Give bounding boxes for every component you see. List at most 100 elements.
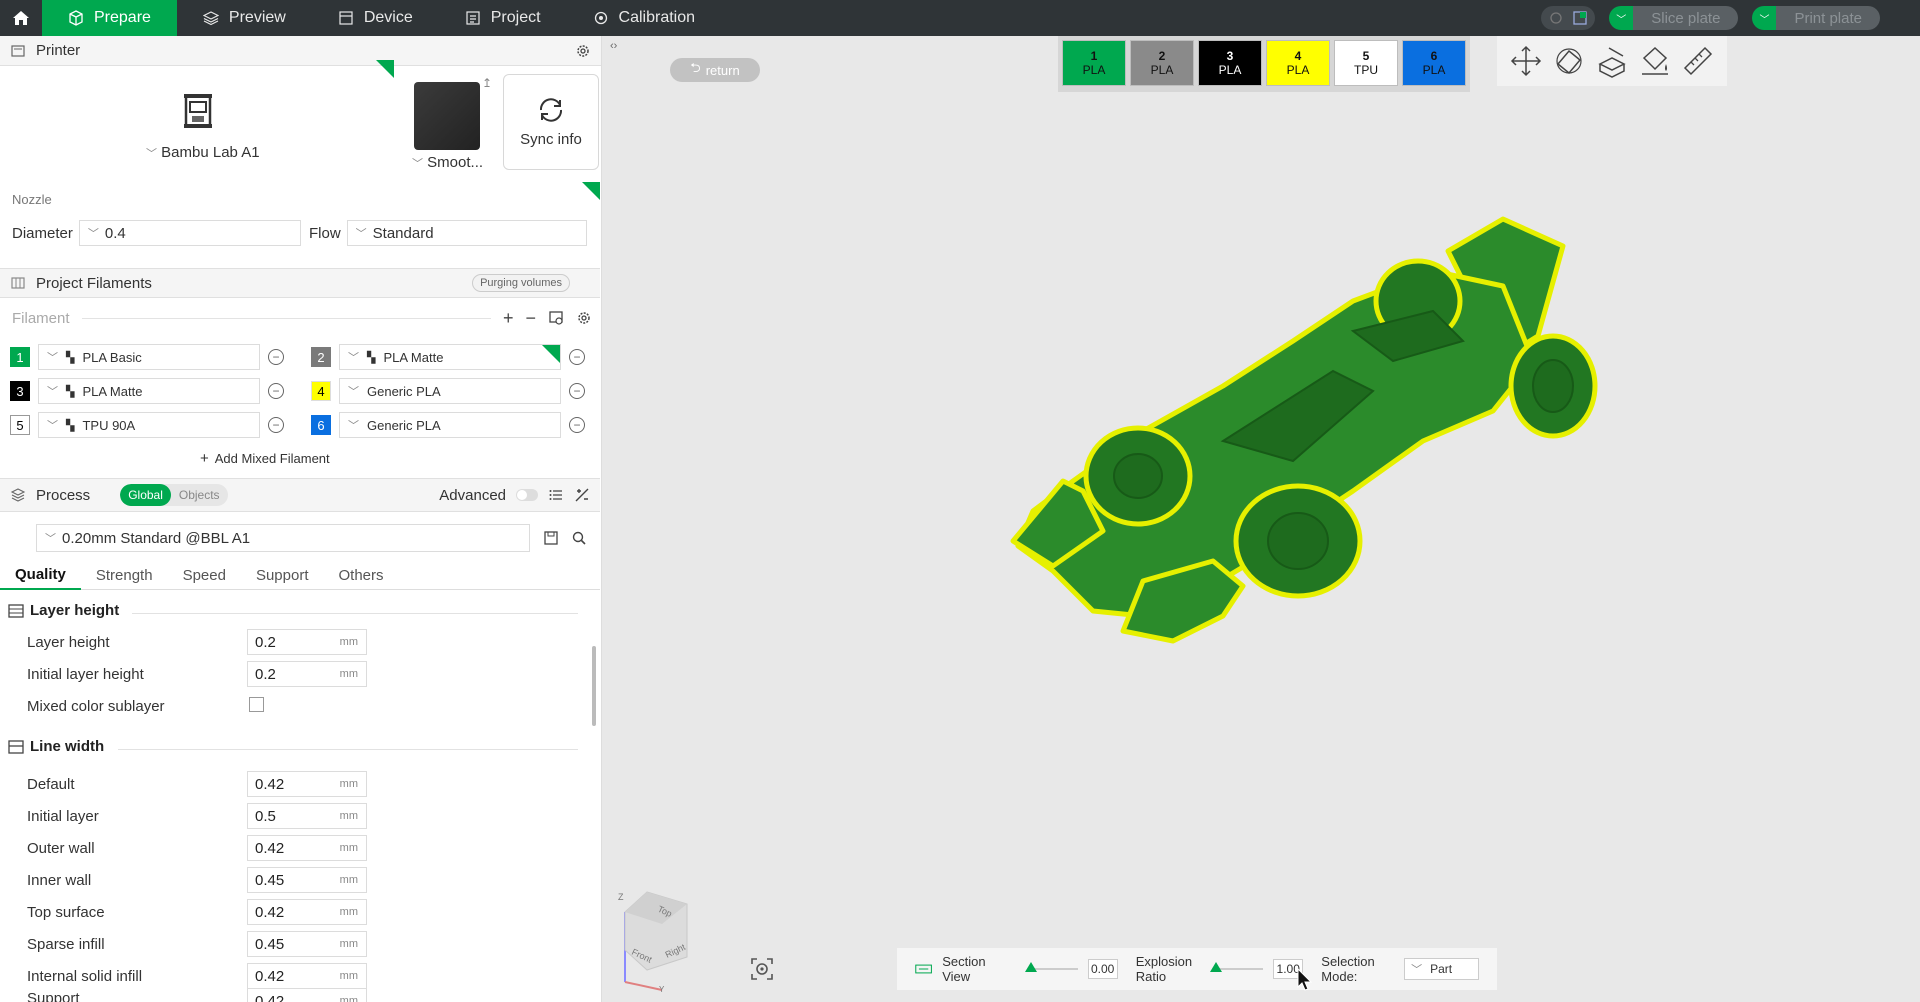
printer-thumbnail[interactable] [176,88,220,136]
mixed-color-sublayer-checkbox[interactable] [249,697,264,712]
slice-dropdown-button[interactable]: ﹀ [1609,6,1634,30]
print-plate-button[interactable]: Print plate [1776,6,1880,30]
remove-filament-icon[interactable]: − [569,349,585,365]
paint-bucket-icon[interactable] [1638,44,1672,78]
tab-preview[interactable]: Preview [177,0,312,36]
print-dropdown-button[interactable]: ﹀ [1752,6,1777,30]
add-icon[interactable]: + [503,308,514,329]
selection-mode-dropdown[interactable]: ﹀ Part [1404,958,1480,980]
gear-icon[interactable] [575,43,591,59]
global-toggle[interactable]: Global [120,484,171,506]
filament-selector-6[interactable]: ﹀ Generic PLA [339,412,561,438]
swatch-2[interactable]: 2 PLA [1130,40,1194,86]
filament-number-4[interactable]: 4 [311,381,331,401]
reset-view-icon[interactable] [749,956,775,982]
filament-sync-icon[interactable] [548,310,564,326]
measure-ruler-icon[interactable] [1681,44,1715,78]
gear-icon[interactable] [576,310,592,326]
global-objects-toggle[interactable]: Global Objects [120,484,228,506]
remove-filament-icon[interactable]: − [268,417,284,433]
explosion-ratio-slider[interactable] [1210,962,1264,972]
camera-icon[interactable] [1549,11,1563,25]
param-support-input[interactable]: 0.42 mm [247,988,367,1002]
remove-filament-icon[interactable]: − [569,417,585,433]
tab-device[interactable]: Device [312,0,439,36]
filament-selector-3[interactable]: ﹀ ▚ PLA Matte [38,378,260,404]
swatch-4[interactable]: 4 PLA [1266,40,1330,86]
tab-prepare[interactable]: Prepare [42,0,177,36]
flow-dropdown[interactable]: ﹀ Standard [346,220,587,246]
printer-selector[interactable]: ﹀ Bambu Lab A1 [146,144,260,161]
tab-project[interactable]: Project [439,0,567,36]
section-view-slider[interactable] [1024,962,1078,972]
remove-icon[interactable]: − [525,308,536,329]
remove-filament-icon[interactable]: − [569,383,585,399]
plate-type-thumbnail[interactable] [414,82,480,150]
view-cube[interactable]: Top Front Right Z Y [617,882,707,992]
list-icon[interactable] [548,487,564,503]
save-preset-icon[interactable] [543,530,559,546]
tab-support[interactable]: Support [241,560,324,590]
filament-number-3[interactable]: 3 [10,381,30,401]
param-inner-wall-input[interactable]: 0.45 mm [247,867,367,893]
explosion-slider-knob[interactable] [1210,962,1223,972]
tab-calibration[interactable]: Calibration [567,0,721,36]
view-toggle-group[interactable] [1541,6,1596,30]
multi-device-icon[interactable] [1573,11,1587,25]
3d-viewport[interactable]: ‹› ⮌ return 1 PLA 2 PLA 3 PLA 4 PLA 5 TP… [603,36,1920,1002]
home-button[interactable] [0,0,42,36]
search-icon[interactable] [571,530,587,546]
slice-plate-button[interactable]: Slice plate [1633,6,1739,30]
compare-icon[interactable] [574,487,590,503]
swatch-4-type: PLA [1286,63,1310,77]
tab-speed[interactable]: Speed [168,560,241,590]
cut-plane-icon[interactable] [1595,44,1629,78]
objects-toggle[interactable]: Objects [171,484,228,506]
tab-strength[interactable]: Strength [81,560,168,590]
section-slider-knob[interactable] [1024,962,1037,972]
filament-number-6[interactable]: 6 [311,415,331,435]
param-initial-layer-input[interactable]: 0.5 mm [247,803,367,829]
swatch-3[interactable]: 3 PLA [1198,40,1262,86]
section-view-value[interactable]: 0.00 [1087,959,1118,979]
add-mixed-filament-button[interactable]: + Add Mixed Filament [200,450,330,467]
param-internal-solid-infill-input[interactable]: 0.42 mm [247,963,367,989]
sync-info-button[interactable]: Sync info [503,74,599,170]
process-preset-dropdown[interactable]: ﹀ 0.20mm Standard @BBL A1 [36,524,530,552]
settings-scrollbar[interactable] [592,646,596,726]
tab-quality[interactable]: Quality [0,560,81,590]
rotate-paint-icon[interactable] [1552,44,1586,78]
brand-icon: ▚ [66,419,75,432]
filament-number-2[interactable]: 2 [311,347,331,367]
tab-others[interactable]: Others [324,560,399,590]
filament-selector-4[interactable]: ﹀ Generic PLA [339,378,561,404]
swatch-1-num: 1 [1090,48,1098,63]
collapse-sidebar-icon[interactable]: ‹› [610,40,617,52]
param-outer-wall-input[interactable]: 0.42 mm [247,835,367,861]
f1-car-model[interactable] [993,211,1693,651]
param-default-input[interactable]: 0.42 mm [247,771,367,797]
param-sparse-infill-input[interactable]: 0.45 mm [247,931,367,957]
swatch-5[interactable]: 5 TPU [1334,40,1398,86]
param-layer-height-input[interactable]: 0.2 mm [247,629,367,655]
diameter-dropdown[interactable]: ﹀ 0.4 [78,220,301,246]
filament-number-1[interactable]: 1 [10,347,30,367]
process-tabs: Quality Strength Speed Support Others [0,560,600,590]
filament-number-5[interactable]: 5 [10,415,30,435]
param-top-surface-input[interactable]: 0.42 mm [247,899,367,925]
purging-volumes-button[interactable]: Purging volumes [472,274,570,292]
advanced-switch[interactable] [516,489,538,501]
param-initial-layer-height-input[interactable]: 0.2 mm [247,661,367,687]
remove-filament-icon[interactable]: − [268,349,284,365]
swatch-1[interactable]: 1 PLA [1062,40,1126,86]
filament-selector-1[interactable]: ﹀ ▚ PLA Basic [38,344,260,370]
plate-type-selector[interactable]: ﹀ Smoot... [412,154,483,171]
filament-selector-5[interactable]: ﹀ ▚ TPU 90A [38,412,260,438]
remove-filament-icon[interactable]: − [268,383,284,399]
filament-selector-2[interactable]: ﹀ ▚ PLA Matte [339,344,561,370]
filament-item-3: 3 ﹀ ▚ PLA Matte − [10,378,284,404]
filament-name-3: PLA Matte [82,383,143,399]
swatch-6[interactable]: 6 PLA [1402,40,1466,86]
move-arrows-icon[interactable] [1509,44,1543,78]
return-button[interactable]: ⮌ return [670,58,760,82]
